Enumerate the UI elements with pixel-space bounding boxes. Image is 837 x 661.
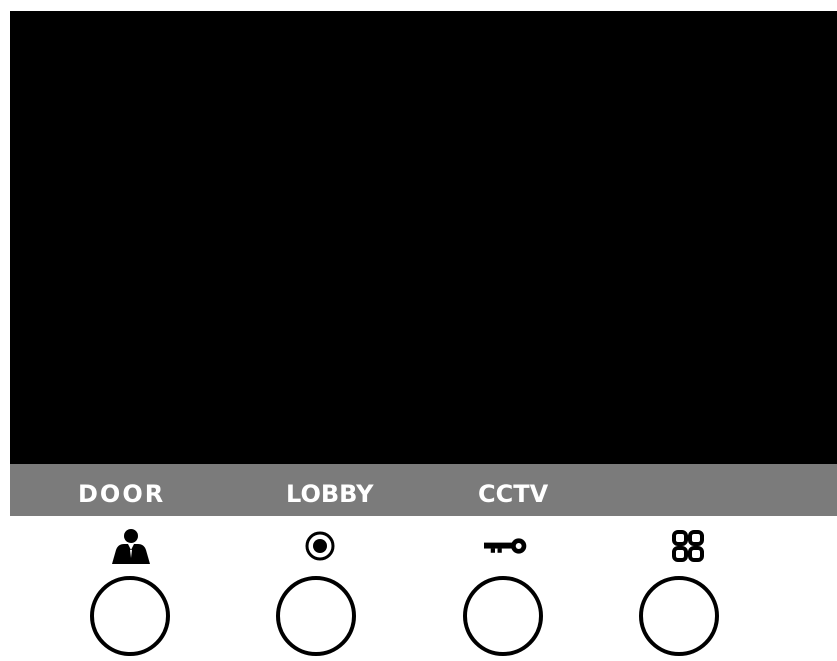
video-display-screen <box>10 11 837 464</box>
menu-button[interactable] <box>639 576 719 656</box>
record-icon <box>298 528 342 564</box>
lobby-label: LOBBY <box>286 480 374 508</box>
door-label: DOOR <box>78 480 166 508</box>
intercom-panel: DOOR LOBBY CCTV <box>0 0 837 661</box>
key-icon <box>484 528 528 564</box>
lobby-button[interactable] <box>276 576 356 656</box>
cctv-label: CCTV <box>478 480 549 508</box>
cctv-button[interactable] <box>463 576 543 656</box>
door-button[interactable] <box>90 576 170 656</box>
grid-icon <box>666 528 710 564</box>
person-icon <box>109 528 153 564</box>
